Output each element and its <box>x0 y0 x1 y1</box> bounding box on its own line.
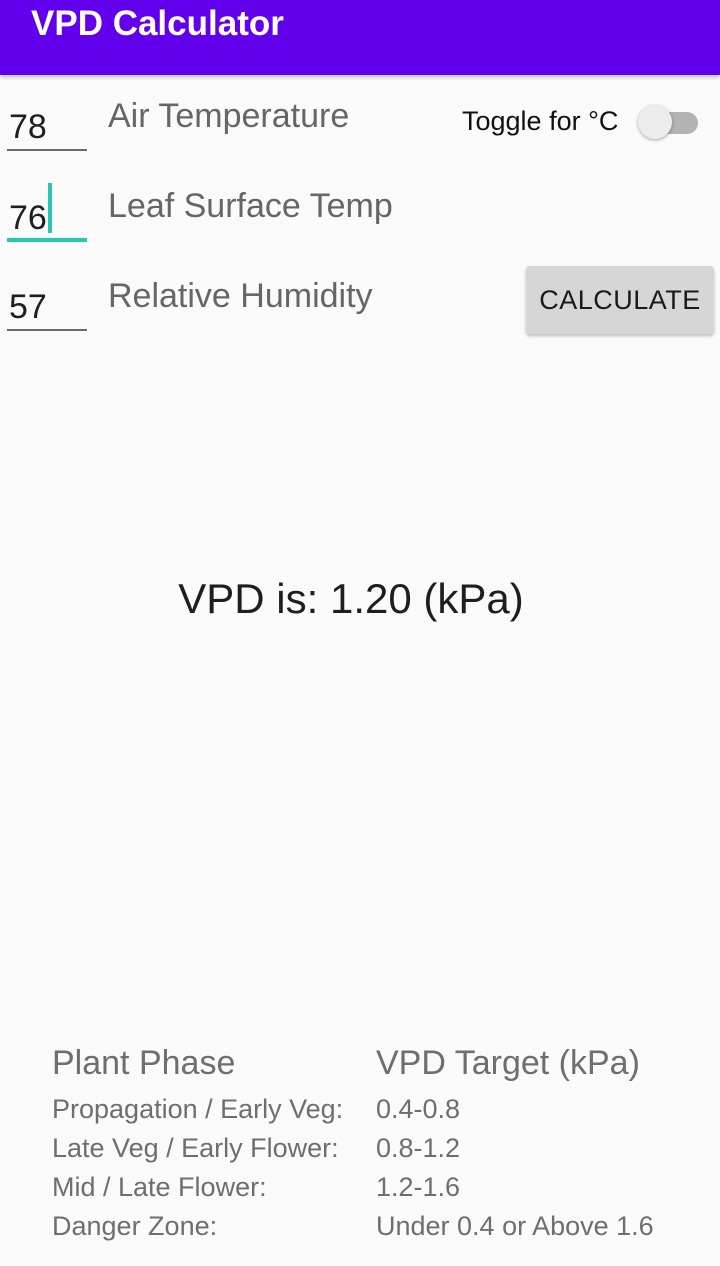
app-title: VPD Calculator <box>31 4 284 43</box>
relative-humidity-value: 57 <box>9 288 47 326</box>
text-cursor <box>48 183 52 233</box>
table-cell-target: 0.4-0.8 <box>376 1094 461 1124</box>
leaf-surface-temp-value: 76 <box>9 199 47 237</box>
table-cell-phase: Mid / Late Flower: <box>52 1172 267 1202</box>
table-header-plant-phase: Plant Phase <box>52 1044 236 1082</box>
vpd-result: VPD is: 1.20 (kPa) <box>178 575 524 622</box>
relative-humidity-label: Relative Humidity <box>108 277 373 315</box>
table-cell-target: 0.8-1.2 <box>376 1133 461 1163</box>
calculate-button[interactable]: CALCULATE <box>526 266 714 334</box>
table-cell-target: Under 0.4 or Above 1.6 <box>376 1211 654 1241</box>
leaf-surface-temp-label: Leaf Surface Temp <box>108 187 393 225</box>
air-temperature-label: Air Temperature <box>108 97 350 135</box>
table-cell-phase: Late Veg / Early Flower: <box>52 1133 339 1163</box>
celsius-toggle-label: Toggle for °C <box>462 106 619 136</box>
table-header-vpd-target: VPD Target (kPa) <box>376 1044 640 1082</box>
switch-thumb <box>638 105 672 139</box>
air-temperature-value: 78 <box>9 108 47 146</box>
app-bar: VPD Calculator <box>0 0 720 75</box>
table-cell-target: 1.2-1.6 <box>376 1172 461 1202</box>
leaf-surface-temp-input[interactable]: 76 <box>7 188 87 242</box>
relative-humidity-input[interactable]: 57 <box>7 277 87 331</box>
air-temperature-input[interactable]: 78 <box>7 97 87 151</box>
table-cell-phase: Propagation / Early Veg: <box>52 1094 344 1124</box>
table-cell-phase: Danger Zone: <box>52 1211 218 1241</box>
celsius-toggle-switch[interactable] <box>636 104 702 140</box>
